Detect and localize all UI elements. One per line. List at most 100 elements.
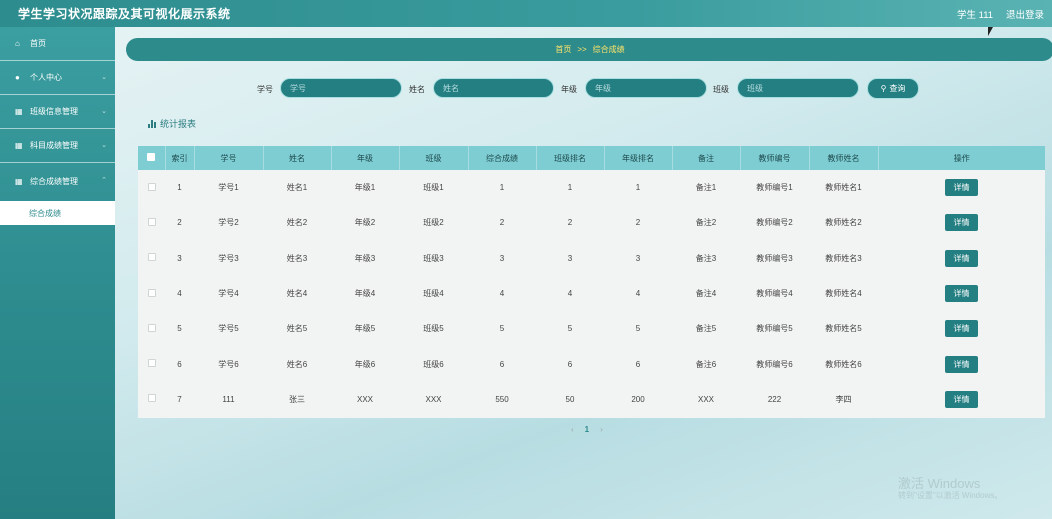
row-checkbox[interactable] (147, 217, 156, 226)
name-input[interactable] (433, 78, 554, 98)
table-row: 7 111 张三 XXX XXX 550 50 200 XXX 222 李四 详情 (138, 382, 1045, 417)
table-cell: 教师姓名2 (825, 218, 862, 228)
logout-link[interactable]: 退出登录 (1006, 7, 1044, 21)
row-select-cell (138, 205, 165, 240)
table-cell: 教师编号3 (756, 253, 793, 263)
table-cell: 111 (222, 394, 235, 404)
table-cell: 教师编号4 (756, 289, 793, 299)
col-header: 年级排名 (604, 146, 673, 170)
chevron-down-icon: ⌄ (101, 142, 107, 149)
top-header: 学生学习状况跟踪及其可视化展示系统 学生 111 退出登录 (0, 0, 1052, 27)
table-cell: 李四 (835, 394, 852, 404)
table-cell: 学号5 (218, 324, 239, 334)
table-row: 5 学号5 姓名5 年级5 班级5 5 5 5 备注5 教师编号5 教师姓名5 详情 (138, 311, 1045, 346)
detail-button[interactable]: 详情 (945, 285, 978, 303)
table-cell: 2 (635, 218, 641, 228)
home-icon: ⌂ (15, 39, 20, 48)
detail-button[interactable]: 详情 (945, 390, 978, 408)
stats-report-link[interactable]: 统计报表 (148, 117, 196, 130)
select-all-checkbox[interactable] (147, 153, 156, 161)
table-cell: 5 (567, 324, 573, 334)
table-cell: 2 (177, 218, 182, 228)
table-cell: 学号3 (218, 253, 239, 263)
table-cell: 2 (499, 218, 505, 228)
table-cell: 学号2 (218, 218, 239, 228)
sidebar-item-class-info[interactable]: ▦ 班级信息管理 ⌄ (0, 95, 115, 129)
page-number[interactable]: 1 (585, 425, 589, 434)
sidebar-item-profile[interactable]: ● 个人中心 ⌄ (0, 61, 115, 95)
row-checkbox[interactable] (147, 253, 156, 262)
detail-button[interactable]: 详情 (945, 214, 978, 232)
row-select-cell (138, 241, 165, 276)
row-select-cell (138, 346, 165, 381)
detail-button[interactable]: 详情 (945, 320, 978, 338)
table-cell: 教师姓名6 (825, 359, 862, 369)
row-checkbox[interactable] (147, 323, 156, 332)
table-cell: 7 (177, 394, 182, 404)
table-cell: 备注6 (695, 359, 717, 369)
sidebar-item-overall-scores[interactable]: ▦ 综合成绩管理 ⌃ (0, 164, 115, 198)
table-cell: 姓名6 (286, 359, 308, 369)
table-cell: 姓名2 (286, 218, 308, 228)
row-checkbox[interactable] (147, 394, 156, 403)
pagination: ‹ 1 › (571, 425, 614, 434)
current-user: 学生 111 (957, 10, 994, 21)
row-checkbox[interactable] (147, 182, 156, 191)
table-cell: 年级4 (354, 289, 376, 299)
sidebar-item-label: 首页 (30, 39, 46, 48)
table-cell: 教师编号6 (756, 359, 793, 369)
detail-button[interactable]: 详情 (945, 355, 978, 373)
table-cell: 教师姓名4 (825, 289, 862, 299)
detail-button[interactable]: 详情 (945, 179, 978, 197)
query-button[interactable]: ⚲ 查询 (867, 78, 919, 99)
table-cell: 年级1 (354, 183, 376, 193)
table-cell: 教师编号1 (756, 183, 793, 193)
table-cell: 备注2 (695, 218, 717, 228)
table-cell: 教师姓名3 (825, 253, 862, 263)
breadcrumb-current: 综合成绩 (592, 45, 625, 54)
action-cell: 详情 (878, 170, 1045, 205)
col-header: 备注 (672, 146, 741, 170)
row-checkbox[interactable] (147, 359, 156, 368)
grade-input[interactable] (585, 78, 707, 98)
detail-button[interactable]: 详情 (945, 249, 978, 267)
table-cell: 学号4 (218, 289, 239, 299)
sidebar-item-subject-scores[interactable]: ▦ 科目成绩管理 ⌄ (0, 129, 115, 163)
table-cell: 1 (177, 183, 182, 193)
query-button-label: 查询 (889, 84, 906, 93)
table-cell: 姓名1 (286, 183, 308, 193)
table-cell: 2 (567, 218, 573, 228)
col-header: 姓名 (263, 146, 332, 170)
table-cell: 班级5 (423, 324, 444, 334)
sidebar: ⌂ 首页 ● 个人中心 ⌄ ▦ 班级信息管理 ⌄ ▦ 科目成绩管理 ⌄ ▦ 综合… (0, 27, 115, 519)
table-cell: 班级3 (423, 253, 444, 263)
sidebar-item-label: 个人中心 (30, 73, 62, 82)
table-cell: XXX (697, 394, 714, 404)
table-cell: 学号1 (218, 183, 239, 193)
class-input[interactable] (737, 78, 859, 98)
table-row: 1 学号1 姓名1 年级1 班级1 1 1 1 备注1 教师编号1 教师姓名1 详情 (138, 170, 1045, 205)
table-cell: 3 (177, 253, 182, 263)
bar-chart-icon (148, 119, 157, 128)
action-cell: 详情 (878, 311, 1045, 346)
prev-page-button[interactable]: ‹ (571, 425, 574, 434)
activation-watermark-hint: 转到"设置"以激活 Windows。 (898, 491, 1003, 500)
table-cell: 备注5 (695, 324, 717, 334)
student-id-input[interactable] (280, 78, 402, 98)
col-header: 班级 (399, 146, 469, 170)
col-header: 索引 (165, 146, 195, 170)
table-cell: 50 (565, 394, 575, 404)
row-checkbox[interactable] (147, 288, 156, 297)
sidebar-item-home[interactable]: ⌂ 首页 (0, 27, 115, 61)
mouse-cursor-icon (988, 27, 993, 36)
table-cell: 年级6 (354, 359, 376, 369)
col-header: 操作 (953, 153, 970, 163)
col-header: 综合成绩 (468, 146, 537, 170)
breadcrumb-separator: >> (577, 45, 587, 54)
next-page-button[interactable]: › (600, 425, 603, 434)
breadcrumb-home[interactable]: 首页 (555, 45, 571, 54)
sidebar-item-label: 科目成绩管理 (30, 141, 78, 150)
table-cell: 222 (767, 394, 782, 404)
sidebar-subitem-overall-score[interactable]: 综合成绩 (0, 201, 115, 225)
breadcrumb: 首页 >> 综合成绩 (126, 38, 1052, 61)
